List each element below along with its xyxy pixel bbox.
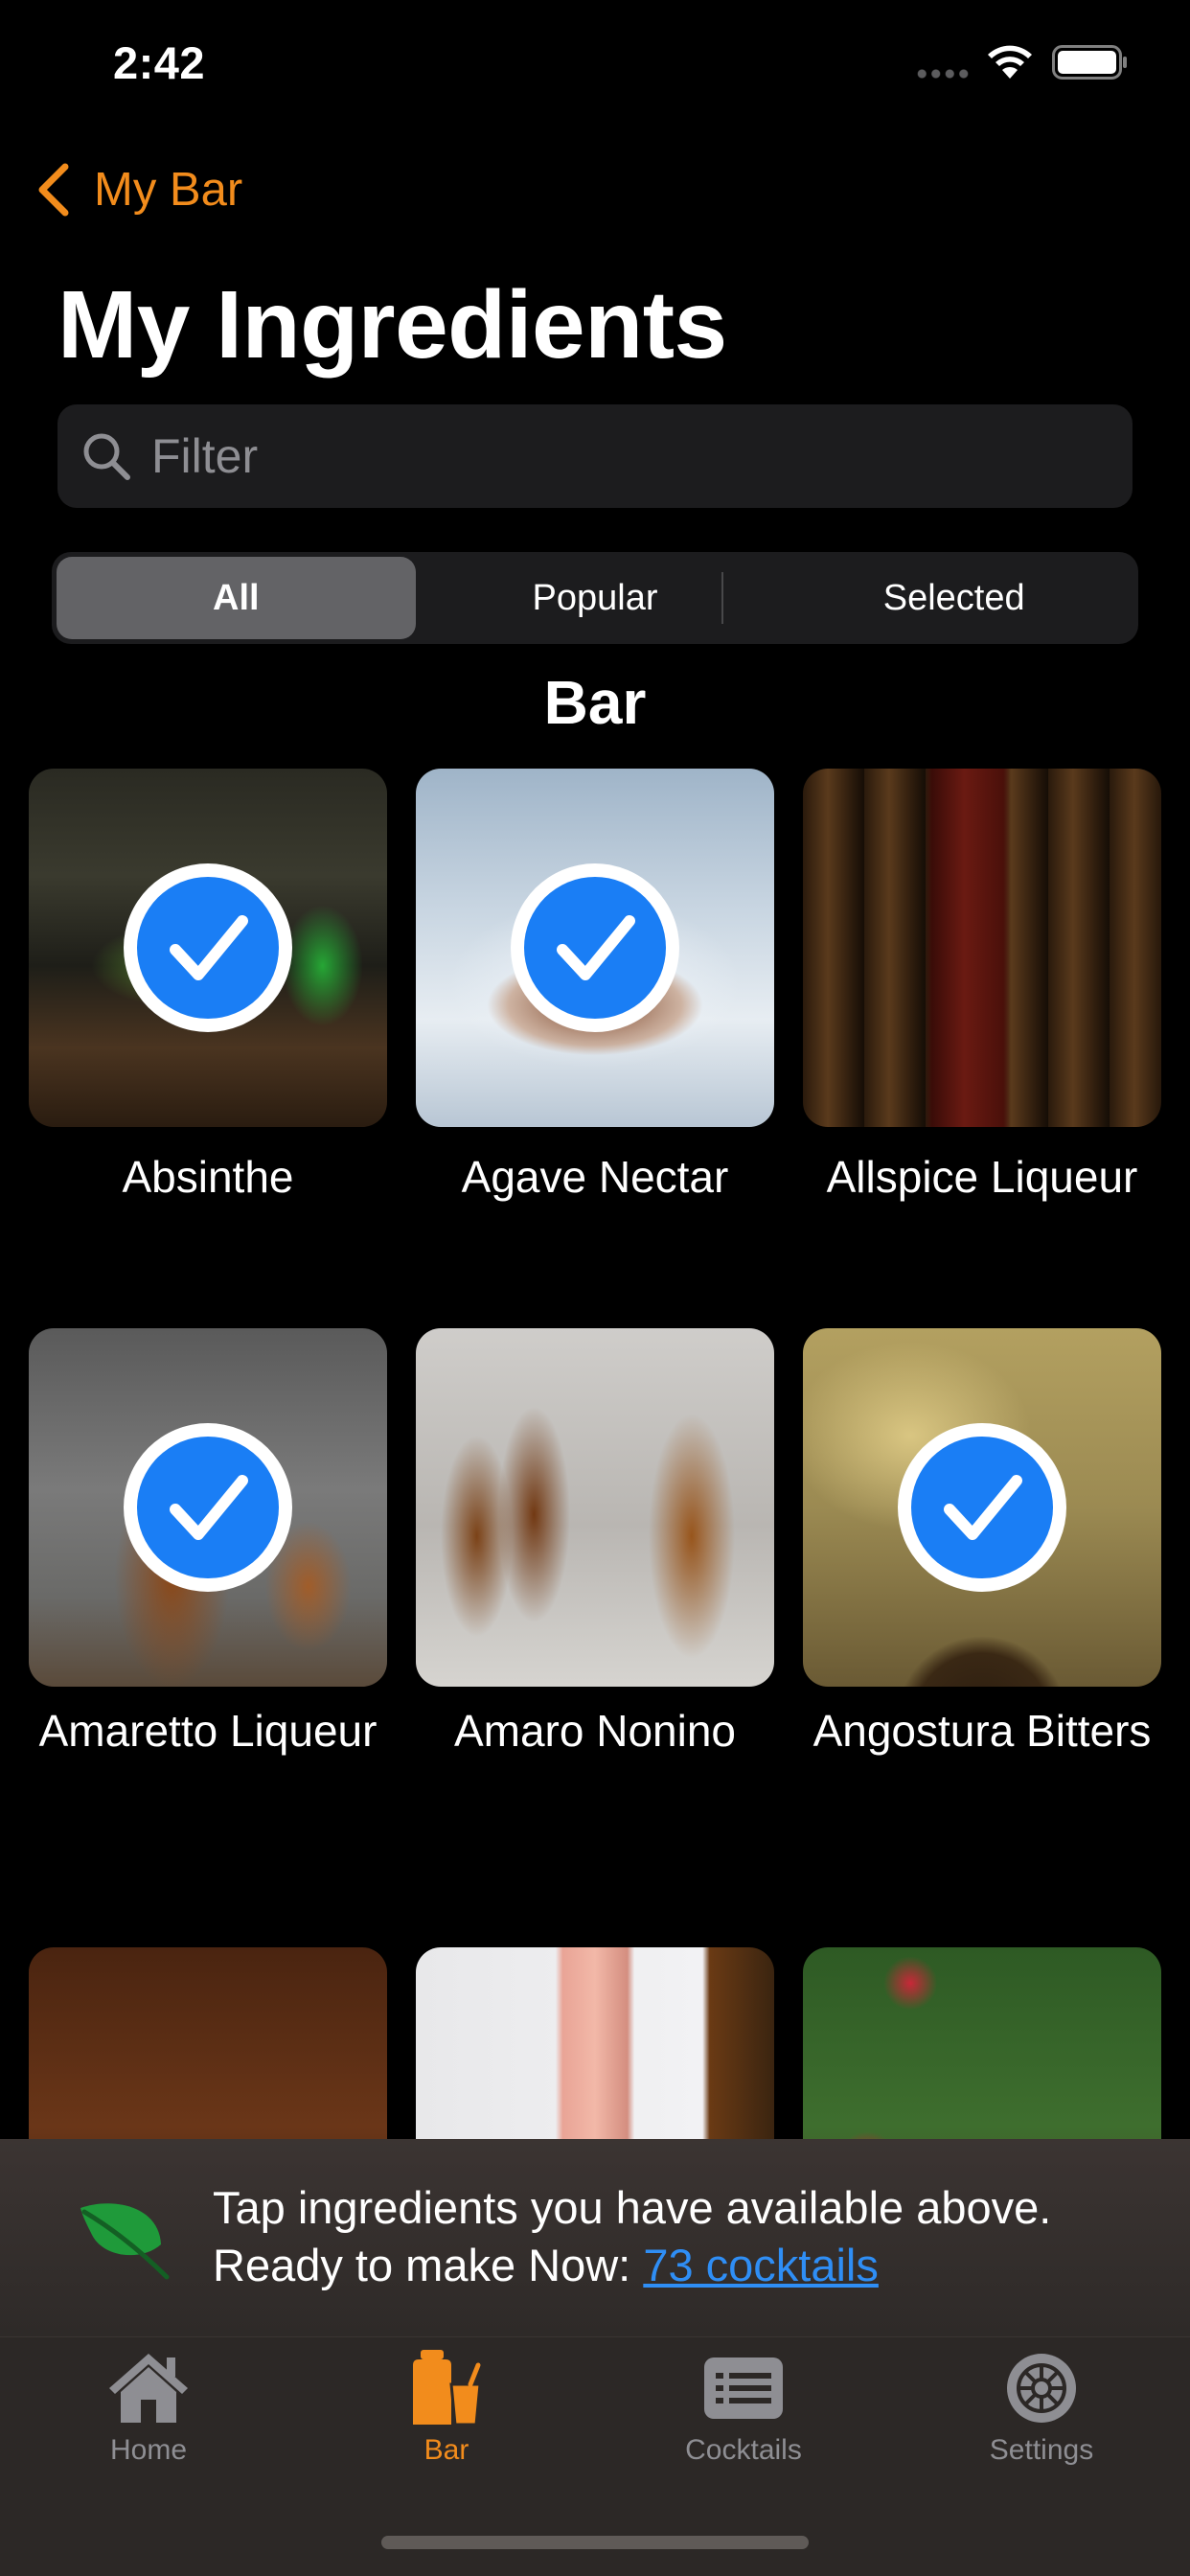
ingredient-tile-absinthe[interactable]: [29, 769, 387, 1127]
settings-icon: [1007, 2354, 1076, 2423]
tab-label: Settings: [989, 2434, 1094, 2466]
segment-divider: [721, 572, 723, 624]
ready-to-make-text: Ready to make Now: 73 cocktails: [213, 2239, 879, 2291]
tab-cocktails[interactable]: Cocktails: [629, 2350, 858, 2484]
home-indicator: [381, 2536, 809, 2549]
segment-all[interactable]: All: [57, 557, 416, 639]
ingredient-tile-amaretto-liqueur[interactable]: [29, 1328, 387, 1687]
checkmark-icon: [511, 863, 679, 1032]
tab-label: Home: [109, 2434, 188, 2466]
tab-bar[interactable]: Bar: [332, 2350, 561, 2484]
ingredient-label: Angostura Bitters: [812, 1706, 1152, 1756]
search-bar[interactable]: [57, 404, 1133, 508]
back-label: My Bar: [94, 164, 243, 216]
ready-to-make-label: Ready to make Now:: [213, 2240, 644, 2290]
search-icon: [83, 433, 130, 480]
page-title: My Ingredients: [57, 271, 727, 379]
ingredient-label: Agave Nectar: [461, 1152, 729, 1202]
status-time: 2:42: [113, 37, 206, 88]
ingredient-tile-angostura-bitters[interactable]: [803, 1328, 1161, 1687]
ingredient-label: Absinthe: [122, 1152, 294, 1202]
bar-icon: [413, 2350, 482, 2426]
search-input[interactable]: [151, 428, 1133, 484]
checkmark-icon: [898, 1423, 1066, 1592]
tab-label: Bar: [423, 2434, 469, 2466]
checkmark-icon: [124, 1423, 292, 1592]
section-title: Bar: [543, 668, 647, 737]
ingredient-label: Amaretto Liqueur: [38, 1706, 378, 1756]
leaf-icon: [80, 2203, 170, 2280]
info-banner: [0, 2139, 1190, 2336]
chevron-left-icon: [38, 163, 69, 217]
ingredient-tile-amaro-nonino[interactable]: [416, 1328, 774, 1687]
home-icon: [109, 2354, 188, 2423]
ingredient-tile-agave-nectar[interactable]: [416, 769, 774, 1127]
cocktails-count-link[interactable]: 73 cocktails: [643, 2240, 879, 2290]
info-text: Tap ingredients you have available above…: [213, 2182, 1052, 2233]
tab-home[interactable]: Home: [34, 2350, 263, 2484]
checkmark-icon: [124, 863, 292, 1032]
ingredient-label: Amaro Nonino: [453, 1706, 737, 1756]
cellular-signal-icon: [915, 69, 971, 79]
ingredient-tile-allspice-liqueur[interactable]: [803, 769, 1161, 1127]
ingredient-label: Allspice Liqueur: [826, 1152, 1138, 1202]
wifi-icon: [988, 45, 1032, 79]
segment-selected[interactable]: Selected: [774, 557, 1133, 639]
cocktails-icon: [704, 2358, 783, 2419]
back-button[interactable]: My Bar: [34, 158, 242, 221]
battery-icon: [1052, 45, 1127, 80]
tab-settings[interactable]: Settings: [927, 2350, 1156, 2484]
tab-label: Cocktails: [685, 2434, 802, 2466]
filter-segmented-control: All Popular Selected: [52, 552, 1138, 644]
